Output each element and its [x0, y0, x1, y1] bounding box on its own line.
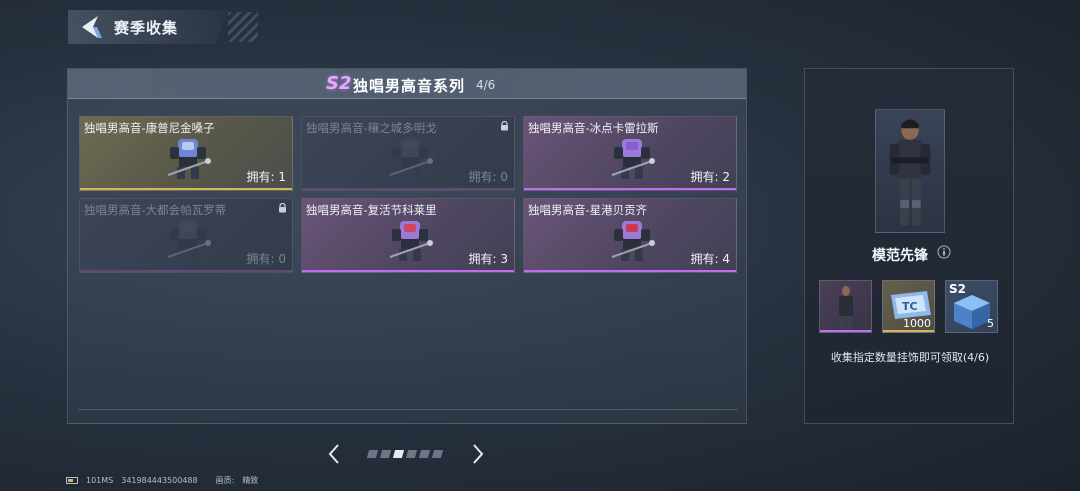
mech-figure-icon: [167, 139, 211, 179]
collection-panel: S2 独唱男高音系列 4/6 独唱男高音-康普尼金嗓子 拥有: 1 独唱男高音-穰之…: [67, 68, 747, 424]
owned-count: 拥有: 4: [690, 252, 731, 266]
reward-item-skin[interactable]: [819, 280, 872, 333]
header-decoration: [228, 12, 258, 42]
quality-value: 精致: [242, 476, 259, 485]
reward-item-crate[interactable]: S2 5: [945, 280, 998, 333]
owned-count: 拥有: 2: [690, 170, 731, 184]
page-title: 赛季收集: [114, 19, 179, 37]
collection-card[interactable]: 独唱男高音-穰之城多明戈 拥有: 0: [301, 116, 515, 191]
rarity-bar: [524, 188, 736, 190]
page-dot[interactable]: [405, 450, 418, 458]
owned-count: 拥有: 0: [468, 170, 509, 184]
rarity-bar: [524, 270, 736, 272]
rarity-bar: [80, 270, 292, 272]
series-progress: 4/6: [476, 78, 496, 92]
mech-figure-icon: [611, 221, 655, 261]
info-icon[interactable]: [937, 245, 951, 259]
rarity-bar: [302, 188, 514, 190]
collection-card[interactable]: 独唱男高音-星港贝贡齐 拥有: 4: [523, 198, 737, 273]
mech-figure-icon: [167, 221, 211, 261]
character-skin-icon: [839, 286, 853, 331]
reward-description: 收集指定数量挂饰即可领取(4/6): [830, 351, 990, 364]
player-id: 341984443500488: [121, 476, 198, 485]
series-title: 独唱男高音系列: [353, 77, 466, 95]
collection-card[interactable]: 独唱男高音-冰点卡雷拉斯 拥有: 2: [523, 116, 737, 191]
prev-page-arrow-icon[interactable]: [326, 443, 342, 465]
owned-count: 拥有: 3: [468, 252, 509, 266]
crate-season-tag: S2: [949, 282, 966, 296]
page-dot[interactable]: [392, 450, 405, 458]
back-arrow-icon[interactable]: [78, 14, 104, 40]
reward-character-portrait[interactable]: [875, 109, 945, 233]
page-dot[interactable]: [431, 450, 444, 458]
collection-card[interactable]: 独唱男高音-复活节科莱里 拥有: 3: [301, 198, 515, 273]
mech-figure-icon: [611, 139, 655, 179]
season-badge: S2: [326, 73, 352, 94]
mech-figure-icon: [389, 221, 433, 261]
status-footer: 101MS 341984443500488 画质: 精致: [66, 475, 258, 486]
rarity-bar: [80, 188, 292, 190]
page-dot[interactable]: [379, 450, 392, 458]
reward-item-quantity: 1000: [903, 317, 931, 330]
quality-label: 画质:: [215, 476, 235, 485]
collection-card[interactable]: 独唱男高音-大都会帕瓦罗蒂 拥有: 0: [79, 198, 293, 273]
collection-card[interactable]: 独唱男高音-康普尼金嗓子 拥有: 1: [79, 116, 293, 191]
lock-icon: [279, 203, 286, 213]
svg-text:TC: TC: [902, 300, 918, 313]
ping-text: 101MS: [86, 476, 114, 485]
series-header: S2 独唱男高音系列 4/6: [68, 69, 746, 99]
mech-figure-icon: [389, 139, 433, 179]
next-page-arrow-icon[interactable]: [470, 443, 486, 465]
rarity-bar: [302, 270, 514, 272]
reward-panel: 模范先锋 TC 1000 S2 5 收集指定数量挂饰即可领取(4/6): [804, 68, 1014, 424]
reward-item-currency[interactable]: TC 1000: [882, 280, 935, 333]
reward-item-quantity: 5: [987, 317, 994, 330]
page-dot[interactable]: [366, 450, 379, 458]
battery-icon: [66, 477, 78, 484]
divider: [78, 409, 738, 410]
owned-count: 拥有: 1: [246, 170, 287, 184]
page-indicator: [366, 450, 444, 458]
page-dot[interactable]: [418, 450, 431, 458]
owned-count: 拥有: 0: [246, 252, 287, 266]
reward-name: 模范先锋: [872, 248, 928, 264]
lock-icon: [501, 121, 508, 131]
